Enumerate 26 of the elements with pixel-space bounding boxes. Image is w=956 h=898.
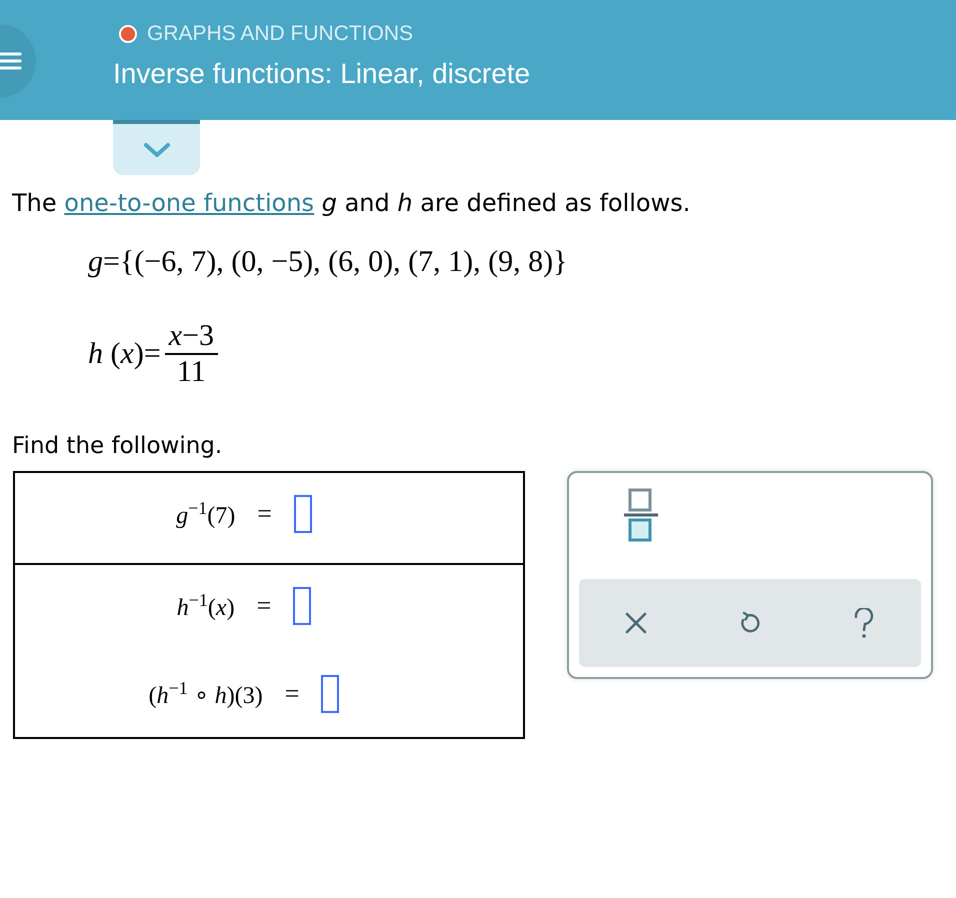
equals-sign: =: [256, 591, 272, 621]
intro-sentence: The one-to-one functions g and h are defined as follows.: [12, 189, 692, 217]
lesson-title: Inverse functions: Linear, discrete: [113, 58, 530, 90]
equals-sign: =: [284, 679, 300, 709]
fraction-icon: [623, 487, 659, 543]
expand-button[interactable]: [113, 120, 200, 175]
help-icon: [852, 608, 876, 638]
prompt-text: Find the following.: [12, 433, 224, 459]
equals-sign: =: [257, 499, 272, 529]
answer-field[interactable]: [293, 587, 312, 625]
answer-field[interactable]: [321, 675, 340, 713]
math-expression: h$^{−1}$(x): [176, 590, 235, 622]
close-icon: [624, 611, 648, 635]
undo-icon: [738, 611, 762, 635]
chevron-down-icon: [142, 142, 170, 158]
math-expression: (h$^{−1}$ ∘ h)(3): [148, 678, 263, 710]
numerator: x−3: [164, 319, 218, 355]
category-label: GRAPHS AND FUNCTIONS: [147, 22, 414, 46]
function-name: h (x)=: [88, 337, 161, 371]
status-dot: [119, 25, 137, 43]
denominator: 11: [176, 355, 206, 389]
menu-icon: [0, 51, 22, 71]
function-definition: g={(−6, 7), (0, −5), (6, 0), (7, 1), (9, 8)}: [88, 245, 568, 279]
math-expression: g$^{−1}$(7): [176, 498, 236, 530]
answer-field[interactable]: [294, 495, 312, 533]
definition-link[interactable]: one-to-one functions: [64, 189, 314, 217]
